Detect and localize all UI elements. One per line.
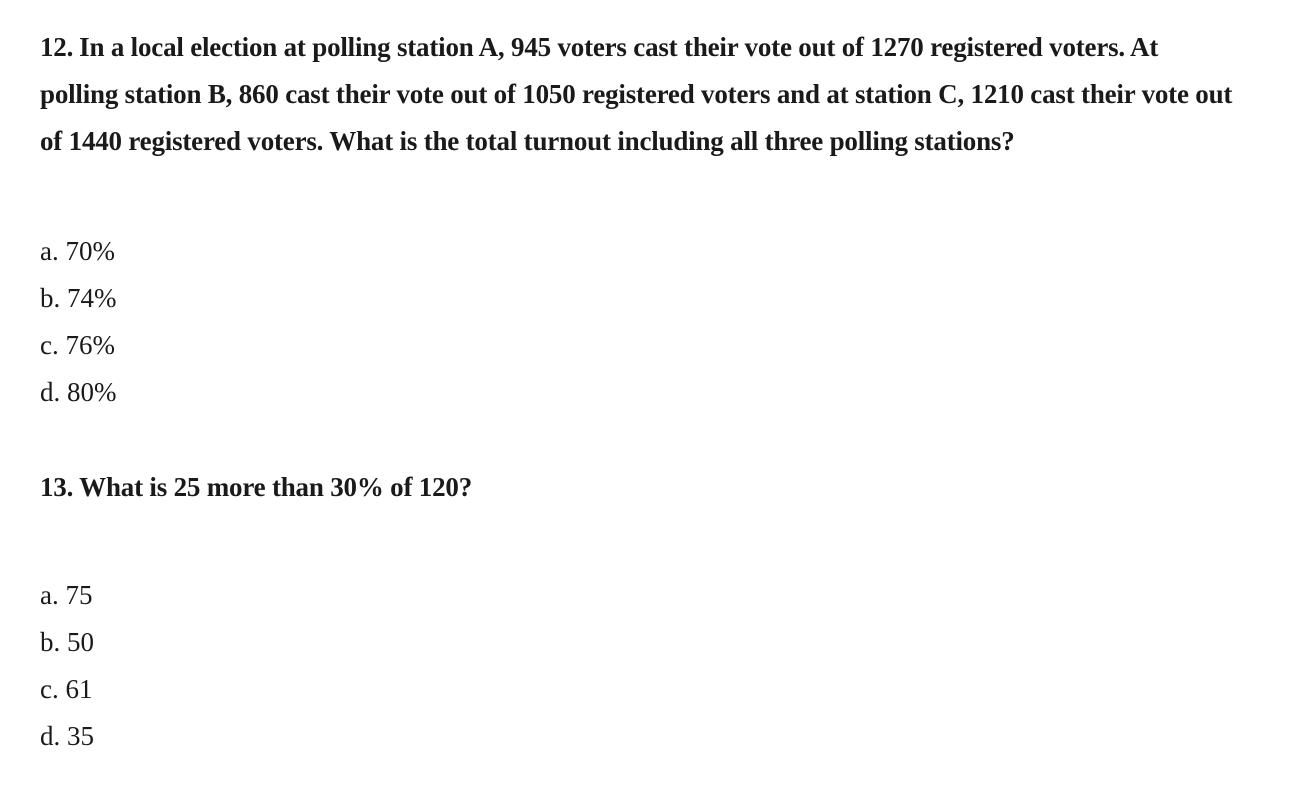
worksheet-page: 12. In a local election at polling statio… <box>40 24 1240 760</box>
question-13-option-c: c. 61 <box>40 674 93 704</box>
question-13-text: 13. What is 25 more than 30% of 120? <box>40 464 1240 511</box>
question-12-option-b: b. 74% <box>40 283 117 313</box>
question-12: 12. In a local election at polling statio… <box>40 24 1240 416</box>
question-13: 13. What is 25 more than 30% of 120? a. 7… <box>40 464 1240 760</box>
question-12-option-a: a. 70% <box>40 236 115 266</box>
question-13-number: 13. <box>40 472 74 502</box>
question-13-option-d: d. 35 <box>40 721 94 751</box>
question-12-option-d: d. 80% <box>40 377 117 407</box>
question-13-option-a: a. 75 <box>40 580 93 610</box>
question-12-number: 12. <box>40 32 74 62</box>
question-12-options: a. 70% b. 74% c. 76% d. 80% <box>40 228 1240 416</box>
question-12-text: 12. In a local election at polling statio… <box>40 24 1240 165</box>
question-13-option-b: b. 50 <box>40 627 94 657</box>
question-12-body: In a local election at polling station A… <box>40 32 1233 156</box>
question-12-option-c: c. 76% <box>40 330 115 360</box>
question-13-body: What is 25 more than 30% of 120? <box>79 472 473 502</box>
question-13-options: a. 75 b. 50 c. 61 d. 35 <box>40 572 1240 760</box>
